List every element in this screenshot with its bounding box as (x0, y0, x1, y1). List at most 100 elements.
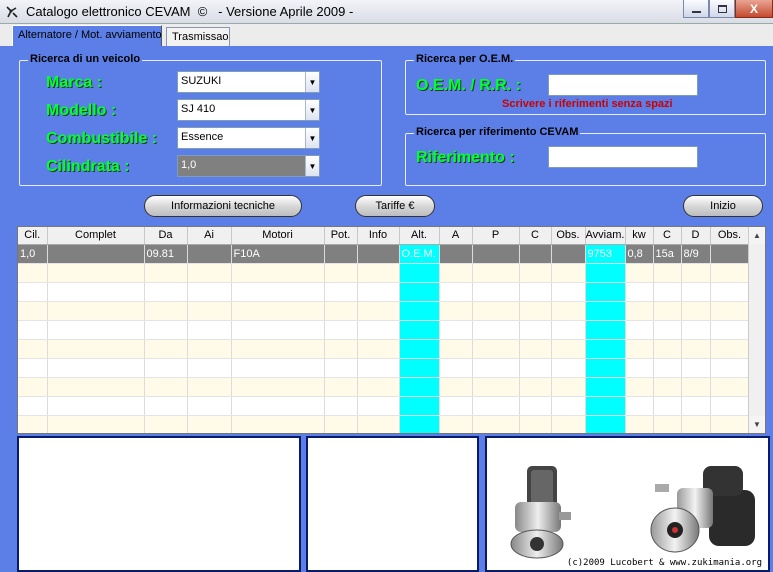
scroll-down-icon[interactable]: ▼ (749, 416, 765, 433)
grid-scrollbar[interactable]: ▲ ▼ (748, 227, 765, 433)
column-header[interactable]: Pot. (324, 227, 358, 245)
table-cell: 8/9 (681, 244, 711, 264)
oem-input[interactable] (548, 74, 698, 96)
table-cell (357, 263, 400, 283)
table-row[interactable] (18, 358, 750, 378)
table-cell (681, 320, 711, 340)
table-cell (585, 282, 626, 302)
chevron-down-icon[interactable]: ▼ (305, 100, 319, 120)
scroll-up-icon[interactable]: ▲ (749, 227, 765, 244)
combustibile-select[interactable]: Essence ▼ (177, 127, 320, 149)
column-header[interactable]: Obs. (710, 227, 750, 245)
table-cell (47, 320, 145, 340)
tab-alternatore[interactable]: Alternatore / Mot. avviamento (12, 25, 162, 46)
chevron-down-icon[interactable]: ▼ (305, 156, 319, 176)
column-header[interactable]: Motori (231, 227, 325, 245)
column-header[interactable]: Da (144, 227, 188, 245)
cilindrata-select[interactable]: 1,0 ▼ (177, 155, 320, 177)
table-cell (324, 377, 358, 397)
table-cell (357, 301, 400, 321)
table-cell (357, 358, 400, 378)
riferimento-input[interactable] (548, 146, 698, 168)
table-cell (399, 301, 440, 321)
modello-value: SJ 410 (181, 103, 216, 115)
table-cell (399, 415, 440, 433)
column-header[interactable]: C (519, 227, 552, 245)
table-row[interactable] (18, 415, 750, 433)
chevron-down-icon[interactable]: ▼ (305, 72, 319, 92)
tariffe-button[interactable]: Tariffe € (355, 195, 435, 217)
column-header[interactable]: Alt. (399, 227, 440, 245)
table-cell (551, 415, 586, 433)
table-cell (18, 358, 48, 378)
table-cell (357, 415, 400, 433)
table-row[interactable] (18, 263, 750, 283)
table-cell (551, 244, 586, 264)
table-cell (551, 377, 586, 397)
close-button[interactable]: X (735, 0, 773, 18)
column-header[interactable]: Complet (47, 227, 145, 245)
table-row[interactable] (18, 320, 750, 340)
results-grid[interactable]: Cil. Complet Da Ai Motori Pot. Info Alt. A P C Obs.… (17, 226, 766, 434)
oem-note: Scrivere i riferimenti senza spazi (502, 98, 673, 110)
marca-select[interactable]: SUZUKI ▼ (177, 71, 320, 93)
column-header[interactable]: P (472, 227, 520, 245)
table-cell (625, 358, 654, 378)
table-cell (681, 282, 711, 302)
table-cell (399, 263, 440, 283)
tab-trasmissao[interactable]: Trasmissao (166, 27, 230, 46)
table-cell (653, 282, 682, 302)
table-cell (551, 358, 586, 378)
table-row[interactable] (18, 339, 750, 359)
table-cell (681, 263, 711, 283)
maximize-button[interactable] (709, 0, 735, 18)
table-cell (357, 377, 400, 397)
table-cell (585, 415, 626, 433)
column-header[interactable]: A (439, 227, 473, 245)
window-title: Catalogo elettronico CEVAM © - Versione … (26, 4, 354, 19)
title-bar: Catalogo elettronico CEVAM © - Versione … (0, 0, 773, 24)
results-table: Cil. Complet Da Ai Motori Pot. Info Alt. A P C Obs.… (18, 227, 750, 433)
info-tecniche-button[interactable]: Informazioni tecniche (144, 195, 302, 217)
table-cell (519, 396, 552, 416)
column-header[interactable]: D (681, 227, 711, 245)
table-cell (47, 377, 145, 397)
table-cell (47, 358, 145, 378)
table-cell (585, 377, 626, 397)
table-cell (653, 415, 682, 433)
column-header[interactable]: kw (625, 227, 654, 245)
column-header[interactable]: Avviam. (585, 227, 626, 245)
column-header[interactable]: Obs. (551, 227, 586, 245)
table-cell (18, 396, 48, 416)
column-header[interactable]: Ai (187, 227, 232, 245)
column-header[interactable]: Cil. (18, 227, 48, 245)
table-cell (231, 358, 325, 378)
table-cell (681, 358, 711, 378)
table-cell (710, 301, 750, 321)
table-cell (681, 377, 711, 397)
table-row[interactable]: 1,0 09.81 F10A O.E.M. 9753 0,8 15a 8/9 (18, 244, 750, 264)
table-cell (439, 301, 473, 321)
column-header[interactable]: C (653, 227, 682, 245)
inizio-button[interactable]: Inizio (683, 195, 763, 217)
minimize-button[interactable] (683, 0, 709, 18)
table-cell (47, 282, 145, 302)
table-cell (585, 396, 626, 416)
table-cell (18, 339, 48, 359)
table-cell (324, 339, 358, 359)
tab-bar: Alternatore / Mot. avviamento Trasmissao (0, 24, 773, 46)
table-row[interactable] (18, 377, 750, 397)
table-cell (551, 282, 586, 302)
table-cell (399, 358, 440, 378)
chevron-down-icon[interactable]: ▼ (305, 128, 319, 148)
table-row[interactable] (18, 282, 750, 302)
table-cell (187, 415, 232, 433)
column-header[interactable]: Info (357, 227, 400, 245)
table-cell (187, 263, 232, 283)
table-row[interactable] (18, 396, 750, 416)
table-row[interactable] (18, 301, 750, 321)
modello-select[interactable]: SJ 410 ▼ (177, 99, 320, 121)
table-cell (585, 358, 626, 378)
table-cell (472, 320, 520, 340)
table-cell (18, 320, 48, 340)
